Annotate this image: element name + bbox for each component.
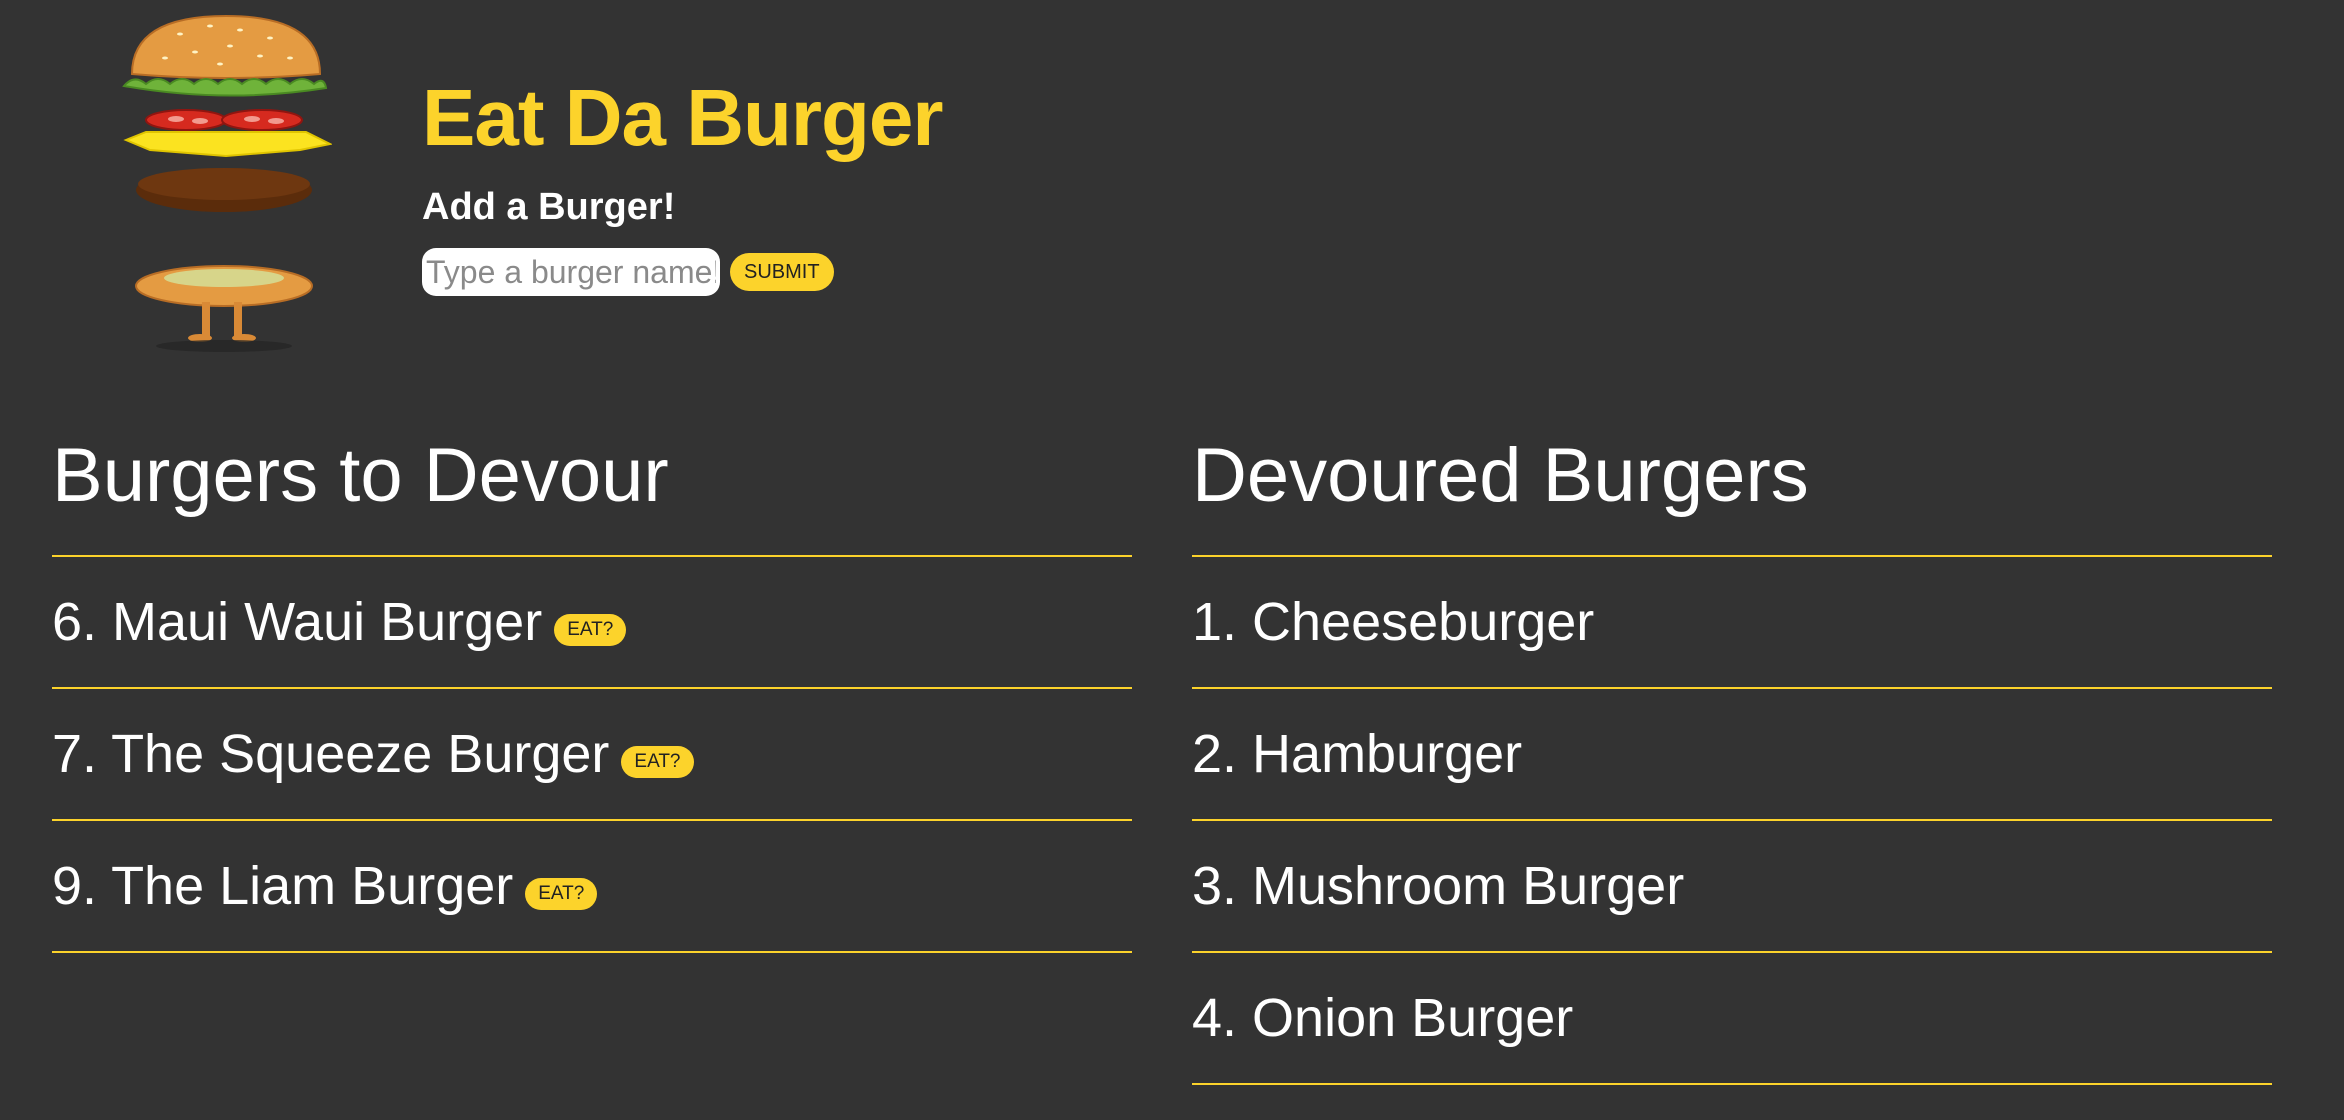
lettuce-shape xyxy=(122,78,328,97)
left-leg xyxy=(202,302,210,336)
add-burger-label: Add a Burger! xyxy=(422,186,676,228)
list-item: 3. Mushroom Burger xyxy=(1192,821,2272,953)
burger-name: 4. Onion Burger xyxy=(1192,988,1574,1048)
burgers-to-devour-list: 6. Maui Waui Burger EAT? 7. The Squeeze … xyxy=(52,555,1132,953)
list-item: 6. Maui Waui Burger EAT? xyxy=(52,557,1132,689)
cheese-shape xyxy=(123,131,332,158)
header: Eat Da Burger Add a Burger! SUBMIT xyxy=(422,73,943,296)
add-burger-form: SUBMIT xyxy=(422,248,942,296)
burgers-to-devour-heading: Burgers to Devour xyxy=(52,433,669,518)
burger-name: 3. Mushroom Burger xyxy=(1192,856,1685,916)
right-leg xyxy=(234,302,242,336)
burger-name: 2. Hamburger xyxy=(1192,724,1523,784)
burger-name: 7. The Squeeze Burger xyxy=(52,724,610,784)
tomato-right xyxy=(221,109,303,131)
burger-name: 9. The Liam Burger xyxy=(52,856,514,916)
shadow-shape xyxy=(156,340,292,352)
burger-name: 6. Maui Waui Burger xyxy=(52,592,543,652)
list-item: 4. Onion Burger xyxy=(1192,953,2272,1085)
list-item: 7. The Squeeze Burger EAT? xyxy=(52,689,1132,821)
submit-button[interactable]: SUBMIT xyxy=(730,253,834,291)
page-title: Eat Da Burger xyxy=(422,73,943,162)
list-item: 1. Cheeseburger xyxy=(1192,557,2272,689)
eat-button[interactable]: EAT? xyxy=(621,746,694,778)
burger-logo-icon xyxy=(122,14,332,352)
top-bun-shape xyxy=(130,14,322,79)
burger-name-input[interactable] xyxy=(422,248,720,296)
list-item: 9. The Liam Burger EAT? xyxy=(52,821,1132,953)
list-item: 2. Hamburger xyxy=(1192,689,2272,821)
eat-button[interactable]: EAT? xyxy=(525,878,598,910)
devoured-burgers-list: 1. Cheeseburger 2. Hamburger 3. Mushroom… xyxy=(1192,555,2272,1085)
burger-name: 1. Cheeseburger xyxy=(1192,592,1595,652)
tomato-left xyxy=(145,109,227,131)
eat-button[interactable]: EAT? xyxy=(554,614,627,646)
devoured-burgers-heading: Devoured Burgers xyxy=(1192,433,1809,518)
